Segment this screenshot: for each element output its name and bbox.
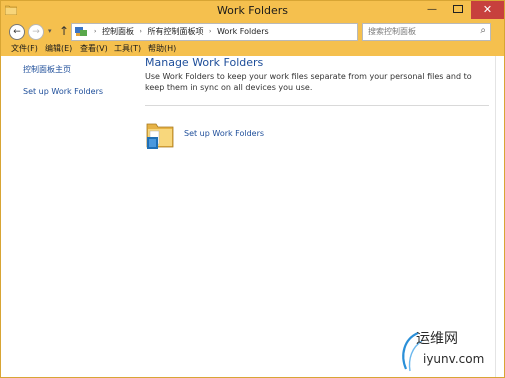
breadcrumb-separator-icon: › [209,28,212,35]
maximize-button[interactable] [445,1,471,19]
back-button[interactable]: ← [9,24,25,40]
menu-file[interactable]: 文件(F) [11,43,38,54]
set-up-work-folders-link[interactable]: Set up Work Folders [184,129,264,138]
page-title: Manage Work Folders [145,56,264,69]
watermark-logo: 运维网 iyunv.com [398,325,498,375]
menu-view[interactable]: 查看(V) [80,43,108,54]
sidebar-item-set-up-work-folders[interactable]: Set up Work Folders [23,87,103,96]
watermark-title: 运维网 [416,331,458,347]
breadcrumb-work-folders[interactable]: Work Folders [217,27,269,36]
menu-tools[interactable]: 工具(T) [114,43,141,54]
breadcrumb: › 控制面板 › 所有控制面板项 › Work Folders [91,26,269,37]
back-arrow-icon: ← [13,27,21,37]
minimize-button[interactable]: — [419,1,445,19]
close-icon: ✕ [482,3,493,16]
work-folders-icon[interactable] [145,120,175,150]
sidebar: 控制面板主页 Set up Work Folders [1,56,121,377]
app-window: Work Folders — ✕ ← → ▾ ↑ › 控制面板 › 所有控制面板… [0,0,505,378]
close-button[interactable]: ✕ [471,1,504,19]
forward-arrow-icon: → [32,27,40,37]
address-bar[interactable]: › 控制面板 › 所有控制面板项 › Work Folders ▾ ↻ [71,23,420,41]
breadcrumb-separator-icon: › [94,28,97,35]
search-icon[interactable]: ⌕ [480,25,486,36]
up-button[interactable]: ↑ [59,24,69,38]
page-description: Use Work Folders to keep your work files… [145,72,472,92]
menu-edit[interactable]: 编辑(E) [45,43,72,54]
breadcrumb-separator-icon: › [139,28,142,35]
address-row: ← → ▾ ↑ › 控制面板 › 所有控制面板项 › Work Folders … [1,21,504,42]
up-arrow-icon: ↑ [59,24,70,38]
search-input[interactable]: 搜索控制面板 [368,26,416,37]
menu-help[interactable]: 帮助(H) [148,43,176,54]
watermark-subtitle: iyunv.com [423,352,485,366]
minimize-icon: — [427,4,437,15]
forward-button[interactable]: → [28,24,44,40]
title-bar[interactable]: Work Folders — ✕ [1,1,504,21]
menu-bar: 文件(F) 编辑(E) 查看(V) 工具(T) 帮助(H) [1,42,504,56]
divider [145,105,489,106]
breadcrumb-control-panel[interactable]: 控制面板 [102,27,134,36]
recent-pages-button[interactable]: ▾ [48,27,52,35]
control-panel-icon [75,27,87,36]
chevron-down-icon: ▾ [48,27,52,35]
search-box[interactable]: 搜索控制面板 ⌕ [362,23,491,41]
breadcrumb-all-items[interactable]: 所有控制面板项 [147,27,203,36]
sidebar-item-control-panel-home[interactable]: 控制面板主页 [23,64,71,75]
maximize-icon [453,5,463,13]
